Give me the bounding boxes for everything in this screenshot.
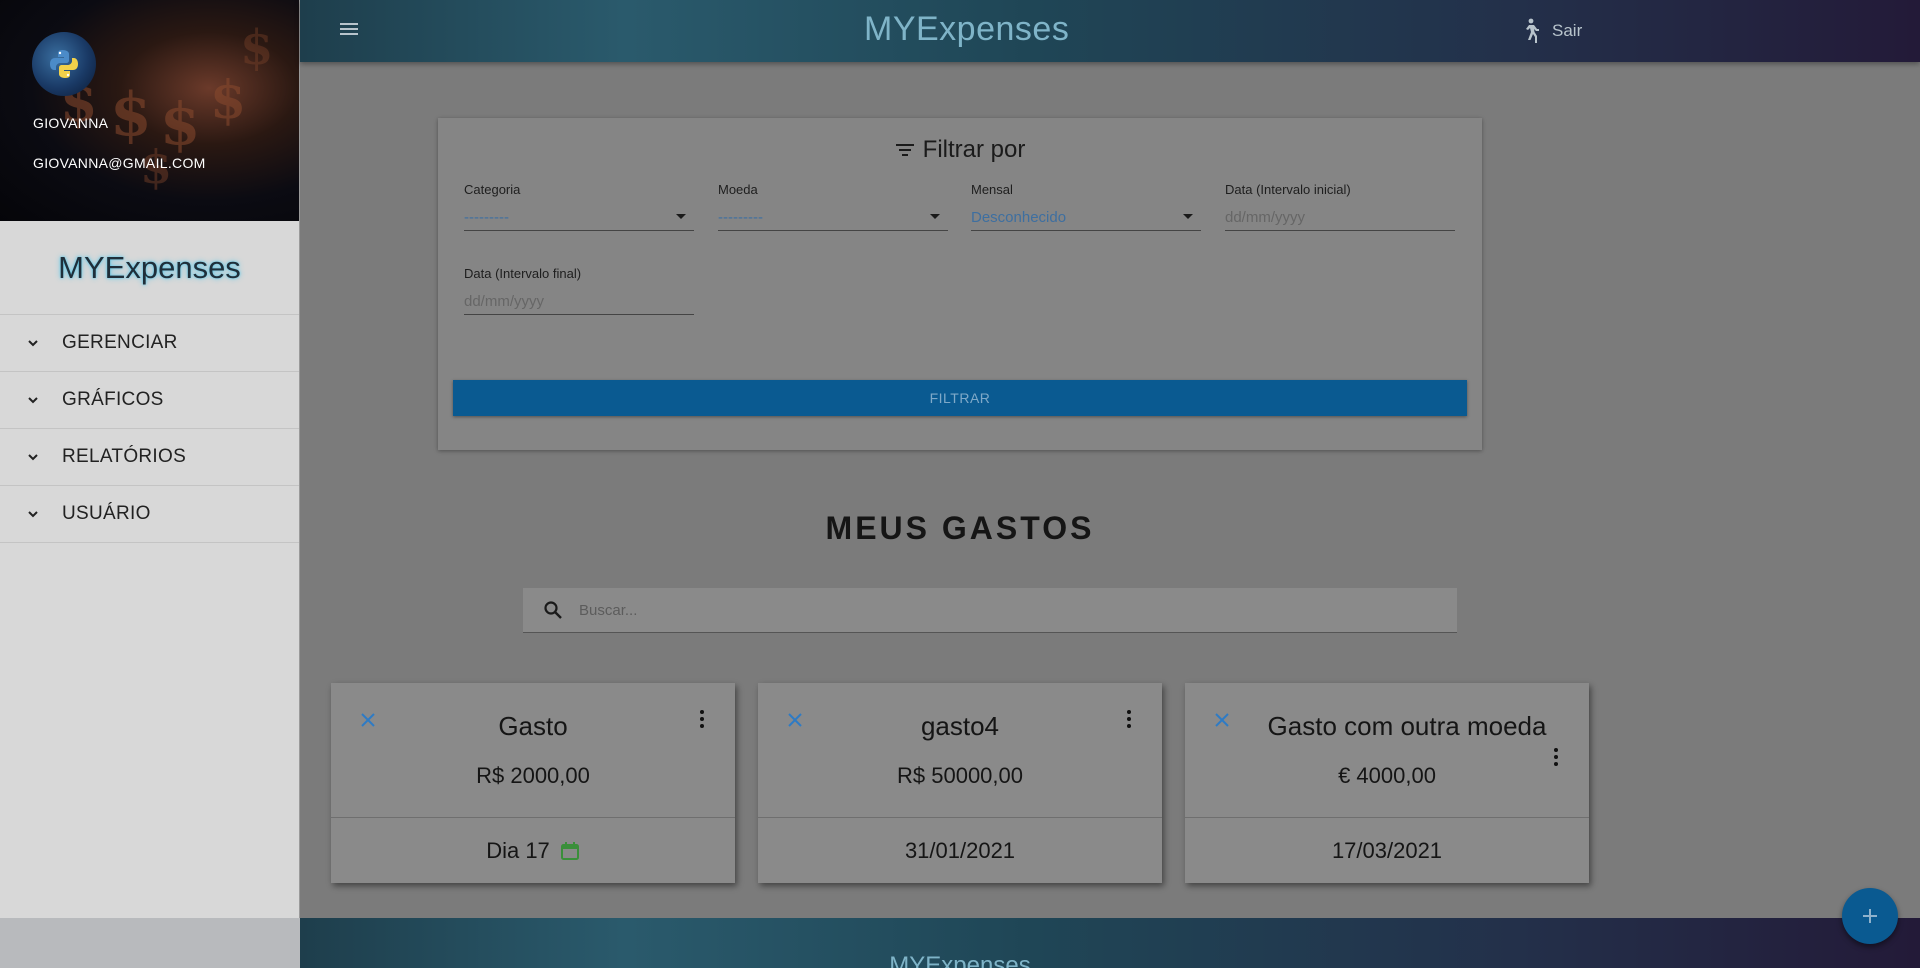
expense-card[interactable]: gasto4 R$ 50000,00 31/01/2021 bbox=[758, 683, 1162, 883]
data-inicial-field[interactable]: Data (Intervalo inicial) dd/mm/yyyy bbox=[1225, 182, 1455, 244]
chevron-down-icon bbox=[28, 397, 38, 404]
dropdown-arrow-icon bbox=[930, 214, 940, 219]
walking-person-icon bbox=[1526, 18, 1539, 43]
categoria-select[interactable]: Categoria --------- bbox=[464, 182, 694, 244]
filter-button[interactable]: FILTRAR bbox=[453, 380, 1467, 416]
chevron-down-icon bbox=[28, 454, 38, 461]
sidebar-profile-header: $ $ $ $ $ $ GIOVANNA GIOVANNA@GMAIL.COM bbox=[0, 0, 299, 221]
field-label: Data (Intervalo inicial) bbox=[1225, 182, 1351, 197]
menu-icon[interactable] bbox=[338, 20, 360, 42]
expense-date-text: 17/03/2021 bbox=[1331, 837, 1443, 863]
more-vert-icon[interactable] bbox=[699, 709, 705, 729]
user-name: GIOVANNA bbox=[33, 115, 109, 131]
field-label: Categoria bbox=[464, 182, 521, 197]
filter-title-text: Filtrar por bbox=[922, 136, 1026, 163]
page-footer: MYExpenses bbox=[300, 918, 1920, 968]
expense-date: 31/01/2021 bbox=[758, 817, 1162, 883]
search-icon bbox=[544, 601, 562, 619]
logout-button[interactable]: Sair bbox=[1518, 18, 1582, 44]
app-title: MYExpenses bbox=[864, 10, 1070, 48]
expense-date: Dia 17 bbox=[331, 817, 735, 883]
dollar-decoration: $ bbox=[210, 70, 247, 131]
user-email: GIOVANNA@GMAIL.COM bbox=[33, 155, 206, 171]
mensal-select[interactable]: Mensal Desconhecido bbox=[971, 182, 1201, 244]
sidebar-item-label: GRÁFICOS bbox=[62, 389, 164, 410]
search-bar bbox=[523, 588, 1457, 633]
plus-icon bbox=[1863, 909, 1877, 923]
field-value: --------- bbox=[464, 209, 694, 231]
sidebar-item-label: RELATÓRIOS bbox=[62, 446, 187, 467]
sidebar-item-usuario[interactable]: USUÁRIO bbox=[0, 486, 299, 543]
expense-amount: R$ 50000,00 bbox=[897, 763, 1023, 788]
sidebar-item-graficos[interactable]: GRÁFICOS bbox=[0, 372, 299, 429]
filter-title: Filtrar por bbox=[438, 136, 1482, 164]
sidebar: $ $ $ $ $ $ GIOVANNA GIOVANNA@GMAIL.COM … bbox=[0, 0, 300, 968]
section-title: MEUS GASTOS bbox=[825, 510, 1095, 546]
expense-date-text: Dia 17 bbox=[486, 837, 550, 863]
sidebar-item-label: USUÁRIO bbox=[62, 503, 151, 524]
filter-list-icon bbox=[895, 144, 914, 156]
field-value: Desconhecido bbox=[971, 209, 1201, 231]
calendar-icon bbox=[560, 841, 579, 860]
expense-amount: R$ 2000,00 bbox=[476, 763, 590, 788]
sidebar-footer bbox=[0, 918, 300, 968]
sidebar-brand: MYExpenses bbox=[0, 221, 299, 315]
dollar-decoration: $ bbox=[240, 20, 274, 76]
field-label: Data (Intervalo final) bbox=[464, 266, 582, 281]
field-value: --------- bbox=[718, 209, 948, 231]
expense-name: Gasto bbox=[498, 711, 568, 741]
sidebar-item-relatorios[interactable]: RELATÓRIOS bbox=[0, 429, 299, 486]
add-expense-button[interactable] bbox=[1842, 888, 1898, 944]
python-logo-icon bbox=[50, 50, 78, 78]
expense-name: gasto4 bbox=[920, 711, 1000, 741]
expense-amount: € 4000,00 bbox=[1338, 763, 1436, 788]
expense-date-text: 31/01/2021 bbox=[904, 837, 1016, 863]
expense-name: Gasto com outra moeda bbox=[1267, 711, 1547, 741]
field-label: Mensal bbox=[971, 182, 1013, 197]
data-final-field[interactable]: Data (Intervalo final) dd/mm/yyyy bbox=[464, 266, 694, 328]
moeda-select[interactable]: Moeda --------- bbox=[718, 182, 948, 244]
expense-date: 17/03/2021 bbox=[1185, 817, 1589, 883]
expense-card[interactable]: Gasto R$ 2000,00 Dia 17 bbox=[331, 683, 735, 883]
logout-label: Sair bbox=[1552, 21, 1583, 40]
filter-panel: Filtrar por Categoria --------- Moeda --… bbox=[438, 118, 1482, 450]
field-placeholder: dd/mm/yyyy bbox=[464, 293, 694, 315]
chevron-down-icon bbox=[28, 511, 38, 518]
dropdown-arrow-icon bbox=[676, 214, 686, 219]
field-label: Moeda bbox=[718, 182, 758, 197]
chevron-down-icon bbox=[28, 340, 38, 347]
dropdown-arrow-icon bbox=[1183, 214, 1193, 219]
avatar bbox=[32, 32, 96, 96]
expense-card[interactable]: Gasto com outra moeda € 4000,00 17/03/20… bbox=[1185, 683, 1589, 883]
footer-brand: MYExpenses bbox=[889, 952, 1031, 968]
sidebar-item-label: GERENCIAR bbox=[62, 332, 178, 353]
sidebar-item-gerenciar[interactable]: GERENCIAR bbox=[0, 315, 299, 372]
more-vert-icon[interactable] bbox=[1126, 709, 1132, 729]
search-input[interactable] bbox=[579, 601, 1379, 619]
top-app-bar: MYExpenses Sair bbox=[300, 0, 1920, 62]
field-placeholder: dd/mm/yyyy bbox=[1225, 209, 1455, 231]
